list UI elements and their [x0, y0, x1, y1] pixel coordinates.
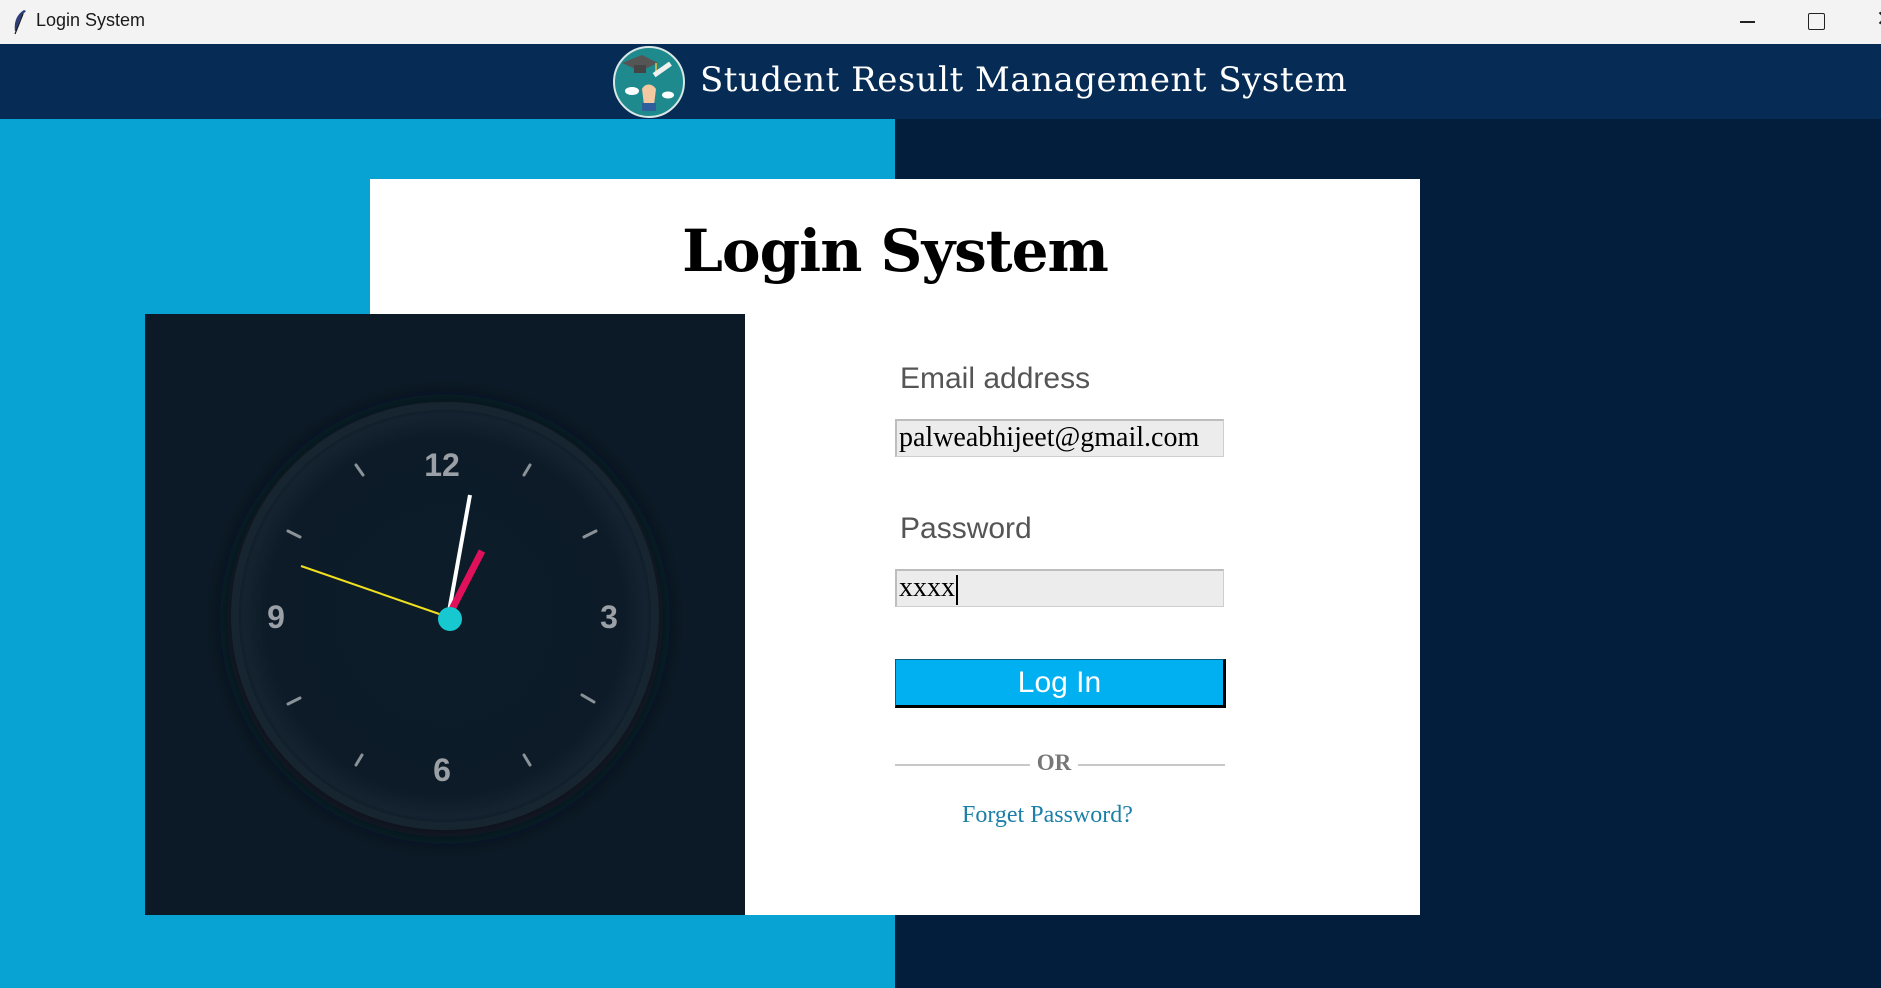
login-heading: Login System: [682, 217, 1109, 285]
text-caret: [956, 574, 958, 605]
analog-clock-panel: 12 3 6 9: [145, 314, 745, 915]
minimize-button[interactable]: [1716, 0, 1778, 44]
graduation-logo-icon: [613, 46, 685, 118]
email-field[interactable]: palweabhijeet@gmail.com: [895, 419, 1224, 457]
app-title: Student Result Management System: [700, 60, 1348, 100]
close-icon: ✕: [1876, 6, 1881, 32]
or-divider-left: [895, 764, 1030, 766]
password-label: Password: [900, 512, 1032, 545]
close-button[interactable]: ✕: [1858, 0, 1881, 44]
clock-numeral-3: 3: [600, 599, 618, 635]
window-title: Login System: [36, 10, 146, 30]
clock-numeral-12: 12: [424, 447, 460, 483]
or-divider-right: [1078, 764, 1225, 766]
email-label: Email address: [900, 362, 1091, 395]
password-value: xxxx: [899, 572, 955, 603]
or-separator-text: OR: [1036, 750, 1072, 775]
clock-numeral-9: 9: [267, 599, 285, 635]
clock-center-pin: [438, 607, 462, 631]
analog-clock: 12 3 6 9: [227, 401, 663, 837]
maximize-button[interactable]: [1784, 0, 1846, 44]
window-titlebar: Login System ✕: [0, 0, 1881, 44]
app-header: Student Result Management System: [0, 44, 1881, 119]
clock-numeral-6: 6: [433, 752, 451, 788]
password-field[interactable]: xxxx: [895, 569, 1224, 607]
login-button[interactable]: Log In: [895, 659, 1226, 708]
forgot-password-link[interactable]: Forget Password?: [962, 802, 1133, 829]
feather-app-icon: [14, 10, 26, 35]
